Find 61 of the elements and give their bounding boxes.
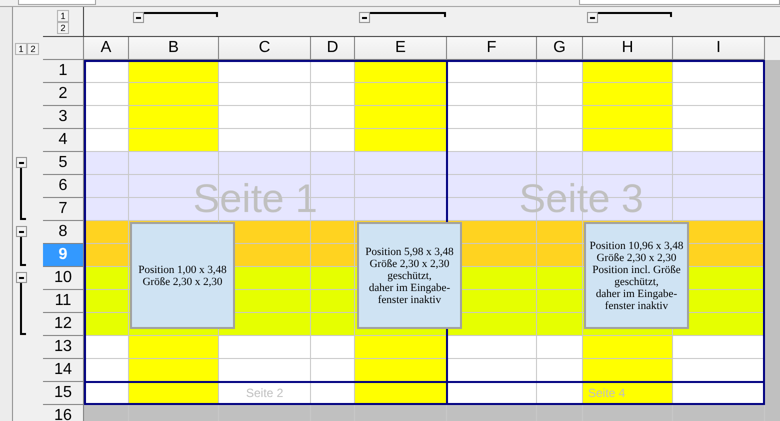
row-header[interactable]: 1 [43,60,84,83]
text-frame[interactable]: Position 5,98 x 3,48 Größe 2,30 x 2,30 geschützt, daher im Eingabe- fenster inaktiv [357,222,462,329]
table-cell [537,129,583,152]
name-box-field[interactable] [18,0,96,5]
table-cell [537,106,583,129]
formula-input-field[interactable] [579,0,780,5]
column-header[interactable]: F [447,37,537,60]
page-label: Seite 3 [519,177,644,221]
table-cell [84,359,129,382]
outline-toggle-button[interactable] [16,226,27,237]
row-header[interactable]: 2 [43,83,84,106]
table-cell [311,129,355,152]
table-cell [84,129,129,152]
page-label: Seite 4 [588,386,626,400]
row-header[interactable]: 11 [43,290,84,313]
outline-toggle-button[interactable] [359,12,370,23]
column-header[interactable]: C [219,37,311,60]
column-header[interactable]: A [84,37,129,60]
table-cell [311,106,355,129]
row-header[interactable]: 14 [43,359,84,382]
table-cell [84,106,129,129]
row-header[interactable]: 6 [43,175,84,198]
page-label: Seite 2 [246,386,284,400]
outline-level-button[interactable]: 2 [57,22,69,34]
row-header[interactable]: 8 [43,221,84,244]
table-cell [84,83,129,106]
outline-level-button[interactable]: 1 [57,10,69,22]
table-cell [311,60,355,83]
column-header[interactable]: E [355,37,447,60]
table-cell [311,336,355,359]
column-header[interactable]: B [129,37,219,60]
text-frame[interactable]: Position 1,00 x 3,48 Größe 2,30 x 2,30 [130,222,235,329]
row-header[interactable]: 5 [43,152,84,175]
outline-level-button[interactable]: 1 [15,42,27,54]
table-cell [84,336,129,359]
table-cell [537,359,583,382]
row-header[interactable]: 10 [43,267,84,290]
column-header[interactable]: H [583,37,673,60]
outline-toggle-button[interactable] [133,12,144,23]
column-header[interactable]: G [537,37,583,60]
table-cell [537,83,583,106]
table-cell [537,336,583,359]
row-header[interactable]: 7 [43,198,84,221]
outline-toggle-button[interactable] [16,272,27,283]
outline-toggle-button[interactable] [16,157,27,168]
text-frame[interactable]: Position 10,96 x 3,48 Größe 2,30 x 2,30 Position incl. Größe geschützt, daher im Eingabe- fenster inaktiv [584,222,689,329]
row-header[interactable]: 15 [43,382,84,405]
table-cell [311,83,355,106]
outline-toggle-button[interactable] [587,12,598,23]
outline-level-button[interactable]: 2 [27,42,39,54]
column-header[interactable]: D [311,37,355,60]
row-header[interactable]: 3 [43,106,84,129]
page-label: Seite 1 [193,177,318,221]
corner-cell[interactable] [43,37,84,60]
row-header[interactable]: 13 [43,336,84,359]
row-header[interactable]: 4 [43,129,84,152]
row-header[interactable]: 12 [43,313,84,336]
column-header[interactable]: I [673,37,765,60]
table-cell [537,60,583,83]
row-header[interactable]: 16 [43,405,84,421]
table-cell [311,359,355,382]
